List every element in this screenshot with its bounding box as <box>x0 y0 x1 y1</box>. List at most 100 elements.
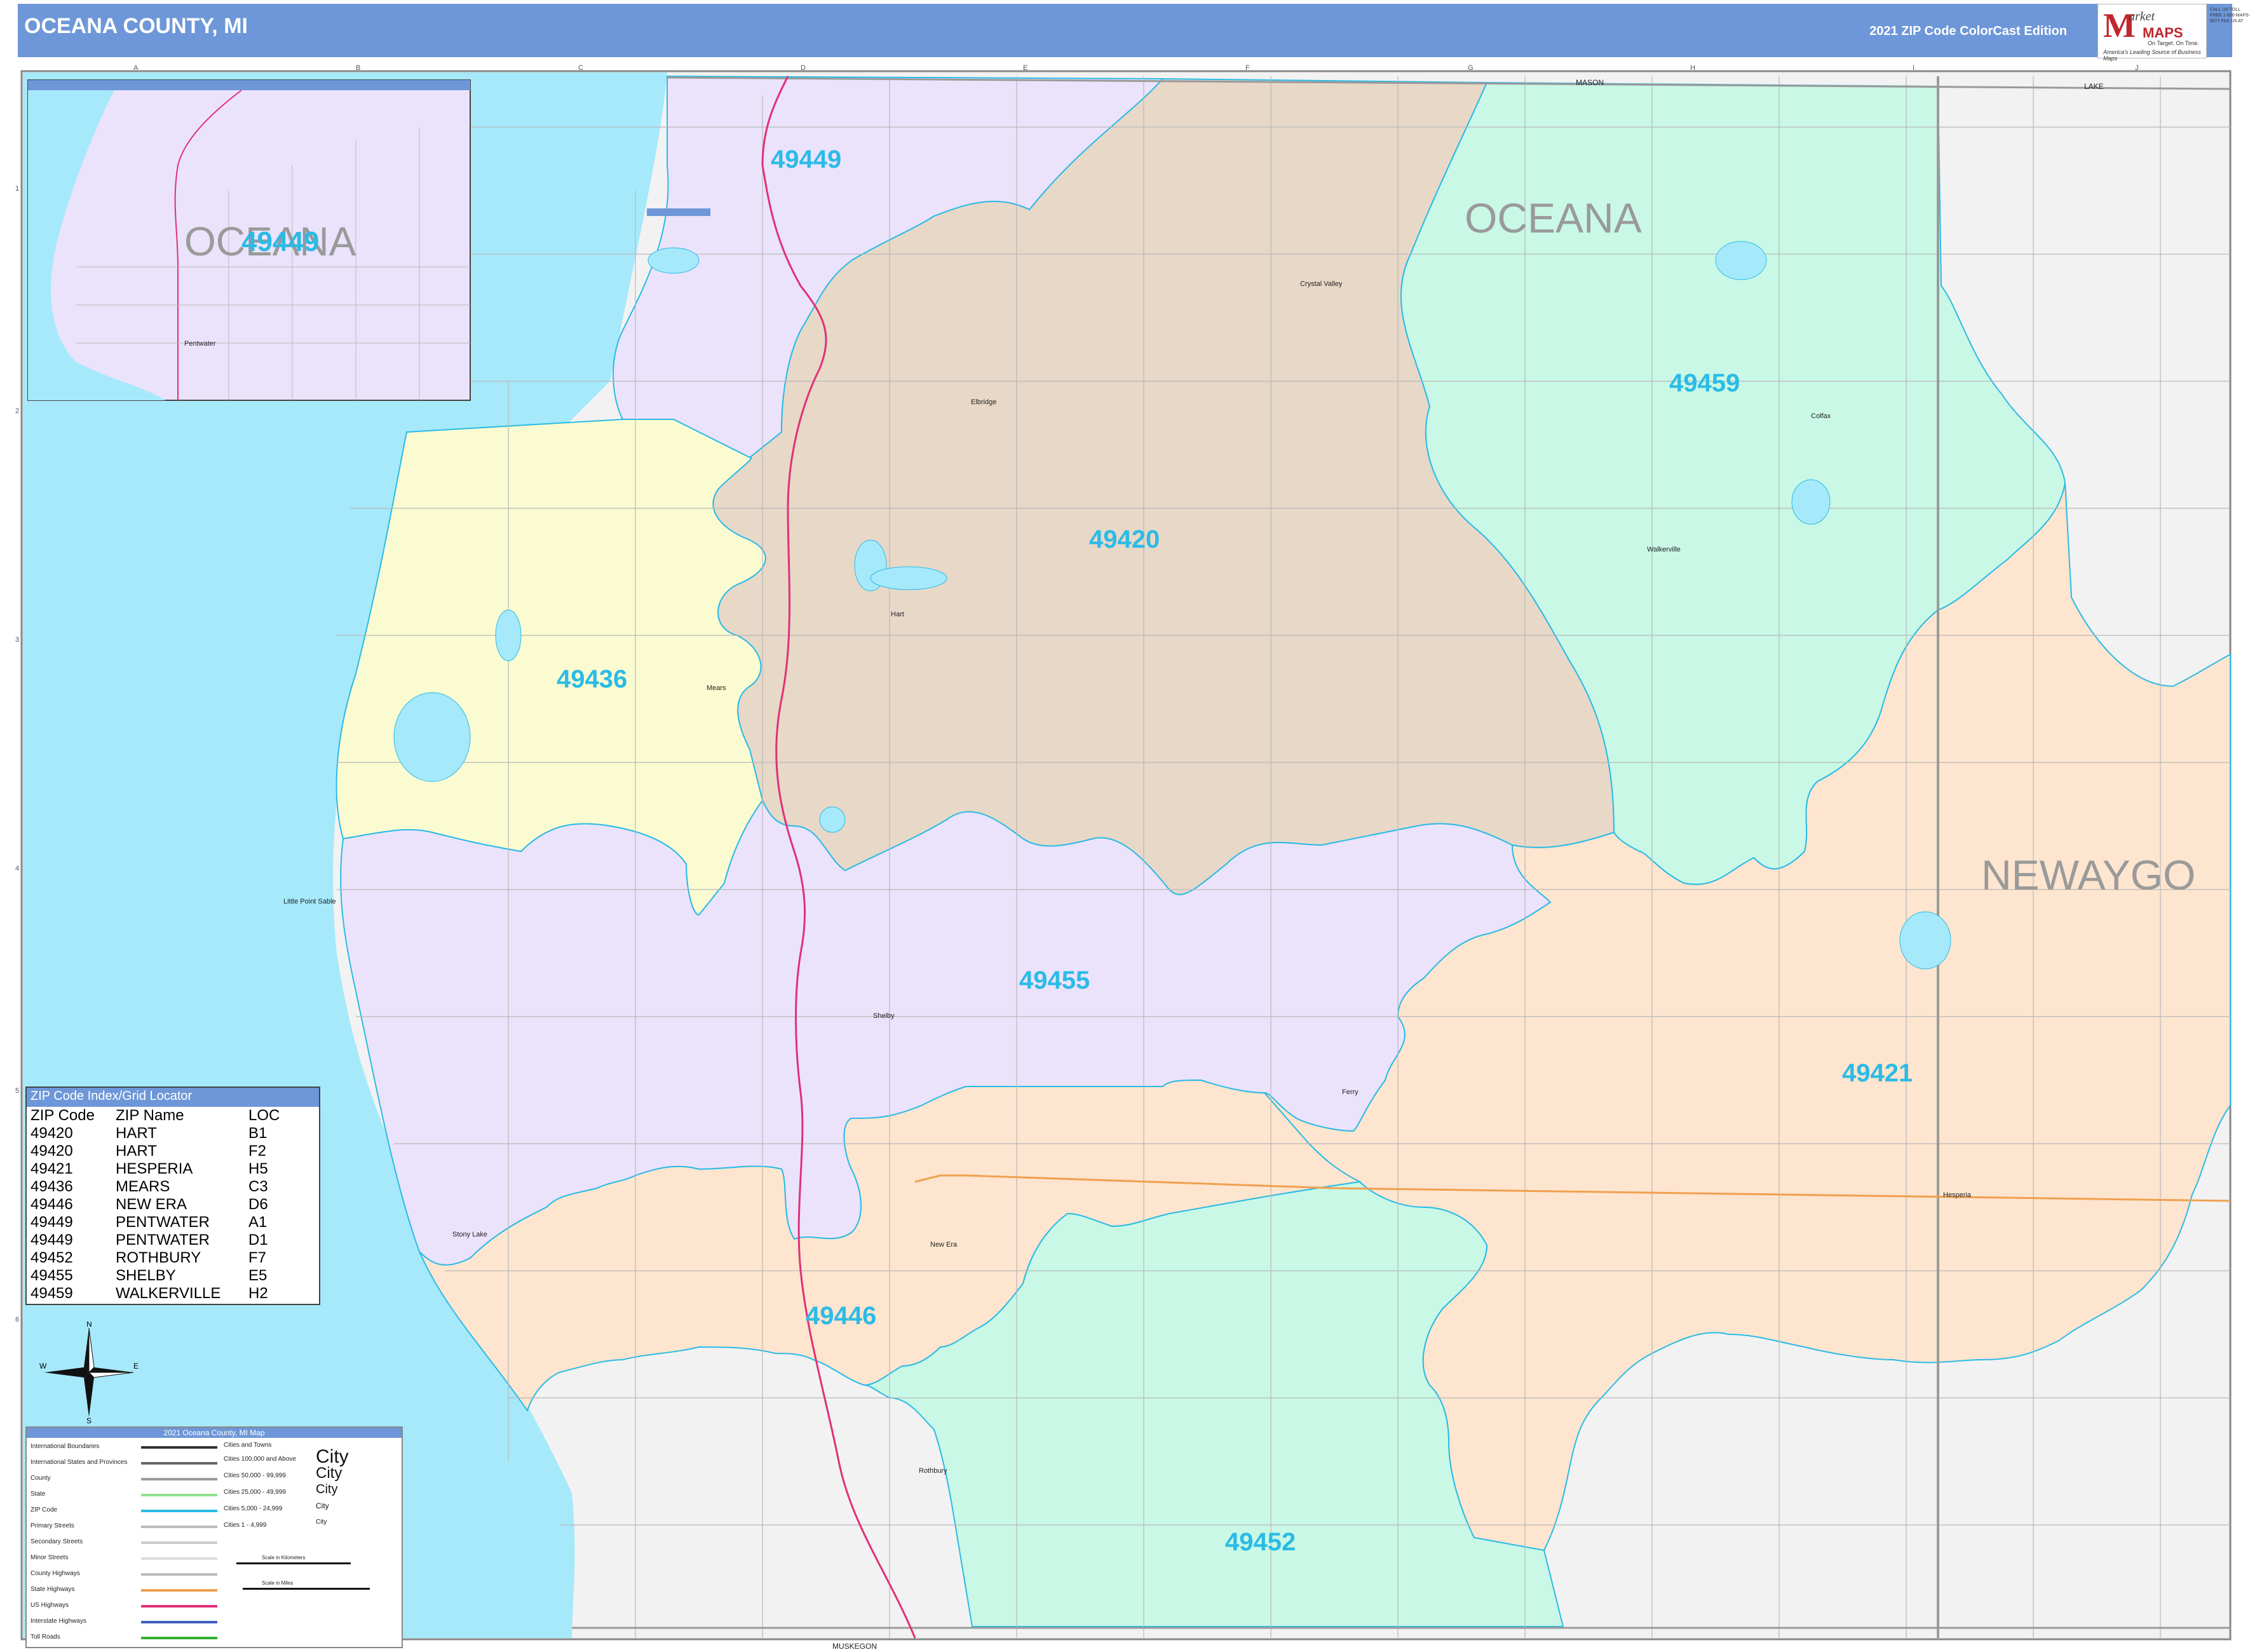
zip-index-zip: 49455 <box>30 1267 73 1284</box>
compass-rose: N S E W <box>39 1322 139 1423</box>
legend-item-label: State <box>30 1491 46 1498</box>
compass-s: S <box>86 1416 91 1423</box>
zip-index-zip: 49420 <box>30 1125 73 1142</box>
legend-item-swatch <box>141 1605 217 1608</box>
zip-index-loc: H2 <box>248 1285 268 1302</box>
zip-index-row: 49436 MEARS C3 <box>29 1178 281 1196</box>
zip-index-row: 49420 HART B1 <box>29 1125 281 1142</box>
zip-index-row: 49459 WALKERVILLE H2 <box>29 1285 281 1303</box>
legend-city-symbol: City <box>316 1482 338 1496</box>
zip-index-name: MEARS <box>116 1178 170 1195</box>
town-elbridge: Elbridge <box>971 398 996 406</box>
zip-index-loc: B1 <box>248 1125 268 1142</box>
legend-item-swatch <box>141 1621 217 1623</box>
zip-index-loc: H5 <box>248 1160 268 1177</box>
grid-col-b: B <box>356 64 360 72</box>
grid-col-g: G <box>1468 64 1474 72</box>
town-hart: Hart <box>891 611 904 618</box>
zip-index-zip: 49420 <box>30 1142 73 1160</box>
inset-map[interactable]: OCEANA 49449 Pentwater <box>27 79 471 401</box>
legend-item-swatch <box>141 1557 217 1560</box>
legend-item-label: Interstate Highways <box>30 1618 86 1625</box>
town-rothbury: Rothbury <box>919 1467 947 1475</box>
zip-index-row: 49452 ROTHBURY F7 <box>29 1249 281 1267</box>
zip-code-index: ZIP Code Index/Grid Locator ZIP Code ZIP… <box>25 1087 320 1305</box>
compass-e: E <box>133 1362 139 1371</box>
legend-item-label: County Highways <box>30 1570 80 1577</box>
zip-index-col-loc: LOC <box>248 1107 280 1124</box>
legend-item-swatch <box>141 1541 217 1544</box>
zip-index-zip: 49452 <box>30 1249 73 1266</box>
legend-city-class: Cities 100,000 and Above <box>224 1456 296 1463</box>
pentwater-inset-marker <box>647 208 710 216</box>
zip-index-col-zip: ZIP Code <box>30 1107 95 1124</box>
town-walkerville: Walkerville <box>1647 546 1681 553</box>
zip-label-49459: 49459 <box>1669 369 1740 397</box>
legend-item-swatch <box>141 1494 217 1496</box>
zip-index-name: HART <box>116 1142 157 1160</box>
zip-index-header-row: ZIP Code ZIP Name LOC <box>29 1107 281 1125</box>
zip-index-zip: 49459 <box>30 1285 73 1302</box>
legend-item-swatch <box>141 1589 217 1592</box>
compass-n: N <box>86 1322 92 1329</box>
legend-item-swatch <box>141 1446 217 1449</box>
legend-item-label: Minor Streets <box>30 1554 69 1561</box>
legend-item-swatch <box>141 1462 217 1465</box>
legend-item-label: Toll Roads <box>30 1634 60 1641</box>
grid-row-6: 6 <box>15 1316 19 1324</box>
zip-index-name: SHELBY <box>116 1267 176 1284</box>
zip-index-table: ZIP Code ZIP Name LOC 49420 HART B1 49420 HA… <box>29 1107 281 1303</box>
legend-item-swatch <box>141 1510 217 1512</box>
zip-index-loc: E5 <box>248 1267 268 1284</box>
zip-label-49436: 49436 <box>557 665 627 693</box>
town-crystal-valley: Crystal Valley <box>1300 280 1343 288</box>
zip-index-row: 49420 HART F2 <box>29 1142 281 1160</box>
map-legend: 2021 Oceana County, MI Map International… <box>25 1426 403 1648</box>
zip-index-name: PENTWATER <box>116 1231 210 1249</box>
zip-code-map[interactable]: A B C D E F G H I J 1 2 3 4 5 6 OCEANA 4… <box>0 0 2250 1652</box>
county-label-newaygo: NEWAYGO <box>1981 851 2195 898</box>
grid-col-f: F <box>1245 64 1250 72</box>
town-colfax: Colfax <box>1811 412 1831 420</box>
zip-index-row: 49455 SHELBY E5 <box>29 1267 281 1285</box>
legend-city-class: Cities 50,000 - 99,999 <box>224 1472 286 1479</box>
town-ferry: Ferry <box>1342 1088 1359 1096</box>
grid-col-j: J <box>2135 64 2139 72</box>
grid-col-c: C <box>578 64 583 72</box>
legend-item-label: International States and Provinces <box>30 1459 128 1466</box>
grid-col-e: E <box>1023 64 1027 72</box>
zip-index-loc: D1 <box>248 1231 268 1249</box>
border-label-mason: MASON <box>1576 78 1604 87</box>
legend-city-symbol: City <box>316 1501 329 1510</box>
grid-row-4: 4 <box>15 865 19 872</box>
town-mears: Mears <box>707 684 726 692</box>
zip-index-name: NEW ERA <box>116 1196 187 1213</box>
legend-item-label: County <box>30 1475 51 1482</box>
zip-label-49455: 49455 <box>1019 966 1090 994</box>
legend-item-swatch <box>141 1573 217 1576</box>
scale-bar-mi <box>243 1588 370 1590</box>
legend-scale-mi: Scale in Miles <box>262 1580 294 1586</box>
legend-item-label: International Boundaries <box>30 1443 100 1450</box>
inset-town-pentwater: Pentwater <box>184 340 216 348</box>
zip-label-49420: 49420 <box>1089 525 1160 553</box>
zip-index-name: ROTHBURY <box>116 1249 201 1266</box>
grid-row-5: 5 <box>15 1087 19 1095</box>
legend-item-label: Secondary Streets <box>30 1538 83 1545</box>
legend-city-class: Cities 1 - 4,999 <box>224 1522 267 1529</box>
zip-index-title: ZIP Code Index/Grid Locator <box>27 1088 319 1107</box>
grid-col-h: H <box>1690 64 1695 72</box>
zip-label-49421: 49421 <box>1842 1059 1913 1087</box>
scale-bar-km <box>236 1562 351 1564</box>
legend-item-label: ZIP Code <box>30 1506 58 1513</box>
town-hesperia: Hesperia <box>1943 1191 1972 1199</box>
zip-index-name: HESPERIA <box>116 1160 193 1177</box>
legend-item-swatch <box>141 1478 217 1480</box>
border-label-muskegon: MUSKEGON <box>832 1642 877 1651</box>
zip-label-49452: 49452 <box>1225 1528 1296 1556</box>
town-little-point-sable: Little Point Sable <box>283 898 336 905</box>
zip-index-name: WALKERVILLE <box>116 1285 221 1302</box>
grid-col-i: I <box>1913 64 1915 72</box>
grid-row-2: 2 <box>15 407 19 415</box>
zip-index-zip: 49446 <box>30 1196 73 1213</box>
